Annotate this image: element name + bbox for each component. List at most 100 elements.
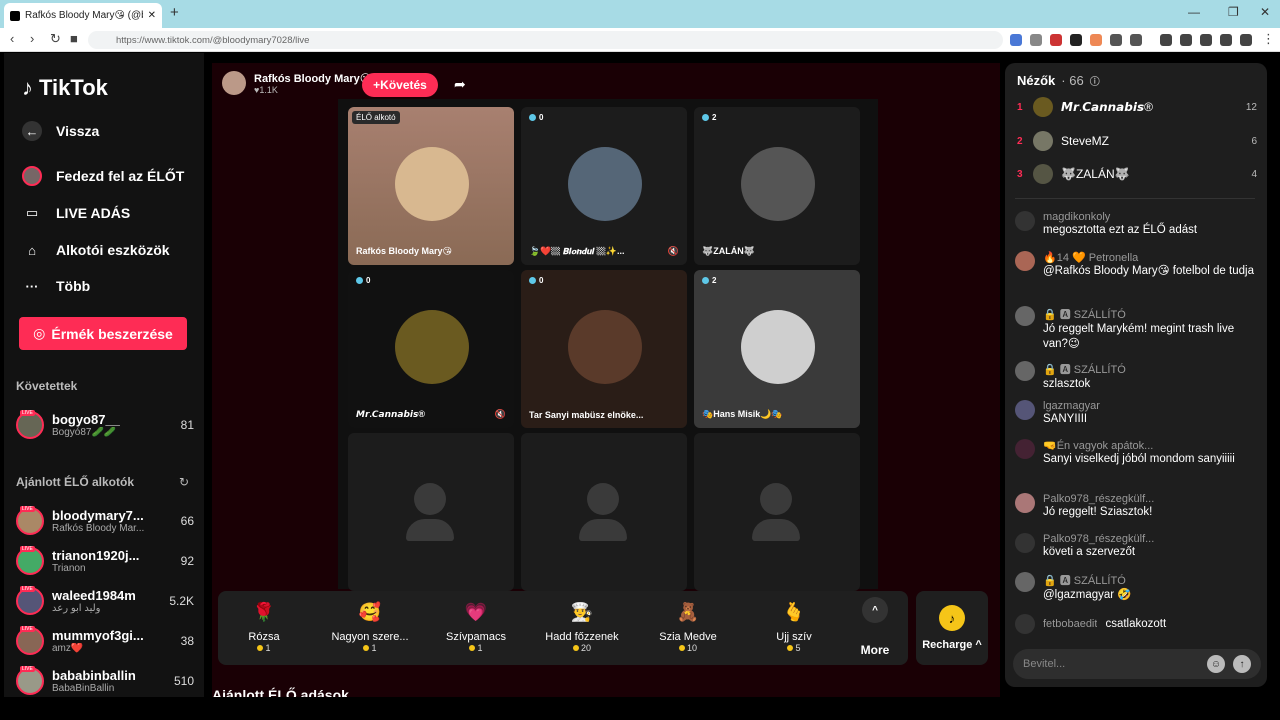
music-icon[interactable] <box>1160 34 1172 46</box>
gift-item[interactable]: 🥰 Nagyon szere... 1 <box>324 597 416 661</box>
nav-live-broadcast[interactable]: ▭ LIVE ADÁS <box>22 201 130 225</box>
teddy-bear-icon: 🧸 <box>676 601 700 622</box>
maximize-icon[interactable]: ❐ <box>1228 5 1239 19</box>
recommended-account[interactable]: trianon1920j...Trianon 92 <box>16 544 194 578</box>
reload-icon[interactable]: ↻ <box>50 31 61 47</box>
heart-puff-icon: 💗 <box>464 601 488 622</box>
minimize-icon[interactable]: — <box>1188 5 1200 19</box>
love-face-icon: 🥰 <box>358 601 382 622</box>
left-sidebar: ♪ TikTok ← Vissza Fedezd fel az ÉLŐT ▭ L… <box>4 53 204 697</box>
extension-icon[interactable] <box>1130 34 1142 46</box>
address-bar-row: ‹ › ↻ ■ https://www.tiktok.com/@bloodyma… <box>0 28 1280 52</box>
get-coins-button[interactable]: ◎ Érmék beszerzése <box>19 317 187 350</box>
divider <box>1015 198 1255 199</box>
forward-icon[interactable]: › <box>30 31 34 46</box>
empty-guest-slot[interactable] <box>694 433 860 591</box>
following-account[interactable]: bogyo87__Bogyó87🥒🥒 81 <box>16 408 194 442</box>
avatar <box>16 506 44 535</box>
guest-tile[interactable]: 2 🐺ZALÁN🐺 <box>694 107 860 265</box>
host-info[interactable]: Rafkós Bloody Mary😘 ♥1.1K <box>222 71 371 95</box>
nav-more[interactable]: ··· Több <box>22 274 91 298</box>
guest-avatar <box>568 310 642 384</box>
empty-guest-slot[interactable] <box>521 433 687 591</box>
top-viewer-row[interactable]: 1 𝙈𝙧.𝘾𝙖𝙣𝙣𝙖𝙗𝙞𝙨® 12 <box>1017 95 1257 119</box>
guest-name: Rafkós Bloody Mary😘 <box>356 246 452 256</box>
guest-avatar <box>568 147 642 221</box>
chat-message: 🤜Én vagyok apátok... Sanyi viselkedj jóbó… <box>1015 439 1255 467</box>
guest-name: 🎭Hans Misik🌙🎭 <box>702 409 783 419</box>
recommended-account[interactable]: mummyof3gi...amz❤️ 38 <box>16 624 194 658</box>
guest-name: Tar Sanyi mabüsz elnöke... <box>529 410 644 420</box>
gift-item[interactable]: 💗 Szívpamacs 1 <box>430 597 522 661</box>
gem-icon <box>702 114 709 121</box>
top-viewer-row[interactable]: 3 🐺ZALÁN🐺 4 <box>1017 162 1257 186</box>
guest-tile[interactable]: 2 🎭Hans Misik🌙🎭 <box>694 270 860 428</box>
extension-icon[interactable] <box>1110 34 1122 46</box>
new-tab-button[interactable]: + <box>170 4 179 21</box>
avatar <box>16 666 44 695</box>
wallet-icon[interactable] <box>1200 34 1212 46</box>
extension-icon[interactable] <box>1070 34 1082 46</box>
info-icon[interactable]: ⓘ <box>1090 73 1100 88</box>
avatar <box>1033 164 1053 184</box>
recommended-account[interactable]: waleed1984mوليد ابو رعد 5.2K <box>16 584 194 618</box>
gift-bar: 🌹 Rózsa 1 🥰 Nagyon szere... 1 💗 Szívpama… <box>218 591 908 665</box>
guest-tile[interactable]: 0 Tar Sanyi mabüsz elnöke... <box>521 270 687 428</box>
guest-tile-host[interactable]: ÉLŐ alkotó Rafkós Bloody Mary😘 <box>348 107 514 265</box>
emoji-icon[interactable]: ☺ <box>1207 655 1225 673</box>
menu-icon[interactable]: ⋮ <box>1262 31 1275 47</box>
chat-message: 🔒 🅰 SZÁLLÍTÓ szlasztok <box>1015 361 1255 392</box>
guest-avatar <box>741 310 815 384</box>
tiktok-logo[interactable]: ♪ TikTok <box>22 75 108 101</box>
chat-input[interactable]: Bevitel... ☺ ↑ <box>1013 649 1261 679</box>
extension-icon[interactable] <box>1050 34 1062 46</box>
send-icon[interactable]: ↑ <box>1233 655 1251 673</box>
extension-icon[interactable] <box>1010 34 1022 46</box>
recommended-account[interactable]: bababinballinBabaBinBallin 510 <box>16 664 194 697</box>
close-tab-icon[interactable]: ✕ <box>148 10 156 21</box>
browser-tab[interactable]: Rafkós Bloody Mary😘 (@bl... ✕ <box>4 3 162 28</box>
bookmark-icon[interactable]: ■ <box>70 31 78 46</box>
mic-muted-icon: 🔇 <box>494 409 506 419</box>
follow-button[interactable]: +Követés <box>362 73 438 97</box>
nav-explore-live[interactable]: Fedezd fel az ÉLŐT <box>22 164 184 188</box>
host-avatar <box>222 71 246 95</box>
sidebar-icon[interactable] <box>1180 34 1192 46</box>
person-placeholder-icon <box>587 483 619 515</box>
empty-guest-slot[interactable] <box>348 433 514 591</box>
chat-message: Palko978_részegkülf... Jó reggelt! Sziasz… <box>1015 493 1255 520</box>
gift-item[interactable]: 🫰 Ujj szív 5 <box>748 597 840 661</box>
url-field[interactable]: https://www.tiktok.com/@bloodymary7028/l… <box>88 31 1003 49</box>
close-window-icon[interactable]: ✕ <box>1260 5 1270 19</box>
coin-icon: ♪ <box>939 605 965 631</box>
more-gifts-button[interactable]: ^ More <box>850 597 900 657</box>
shield-icon[interactable] <box>1240 34 1252 46</box>
extension-icon[interactable] <box>1030 34 1042 46</box>
gift-item[interactable]: 👨‍🍳 Hadd főzzenek 20 <box>536 597 628 661</box>
recommended-account[interactable]: bloodymary7...Rafkós Bloody Mar... 66 <box>16 504 194 538</box>
chat-join-notice: fetbobaedit csatlakozott <box>1015 614 1255 634</box>
browser-tab-bar: Rafkós Bloody Mary😘 (@bl... ✕ + — ❐ ✕ <box>0 0 1280 28</box>
gift-item[interactable]: 🌹 Rózsa 1 <box>218 597 310 661</box>
join-icon <box>1015 614 1035 634</box>
multi-guest-grid: ÉLŐ alkotó Rafkós Bloody Mary😘 0 🍃❤️🏼 𝘽𝙡… <box>338 99 878 591</box>
rose-icon: 🌹 <box>252 601 276 622</box>
guest-tile[interactable]: 0 🍃❤️🏼 𝘽𝙡𝙤𝙣𝙙𝙪𝙡 🏼✨... 🔇 <box>521 107 687 265</box>
gem-icon <box>702 277 709 284</box>
recharge-button[interactable]: ♪ Recharge ^ <box>916 591 988 665</box>
refresh-icon[interactable]: ↻ <box>179 475 189 489</box>
extension-icon[interactable] <box>1090 34 1102 46</box>
guest-tile[interactable]: 0 𝙈𝙧.𝘾𝙖𝙣𝙣𝙖𝙗𝙞𝙨® 🔇 <box>348 270 514 428</box>
back-link[interactable]: ← Vissza <box>22 119 99 143</box>
share-icon[interactable]: ➦ <box>454 76 466 93</box>
back-icon[interactable]: ‹ <box>10 31 14 46</box>
chat-message: Palko978_részegkülf... követi a szervezőt <box>1015 533 1255 560</box>
gift-item[interactable]: 🧸 Szia Medve 10 <box>642 597 734 661</box>
nav-creator-tools[interactable]: ⌂ Alkotói eszközök <box>22 238 170 262</box>
chef-icon: 👨‍🍳 <box>570 601 594 622</box>
avatar <box>16 626 44 655</box>
extension-icon[interactable] <box>1220 34 1232 46</box>
avatar <box>1033 131 1053 151</box>
top-viewer-row[interactable]: 2 SteveMZ 6 <box>1017 129 1257 153</box>
person-placeholder-icon <box>414 483 446 515</box>
